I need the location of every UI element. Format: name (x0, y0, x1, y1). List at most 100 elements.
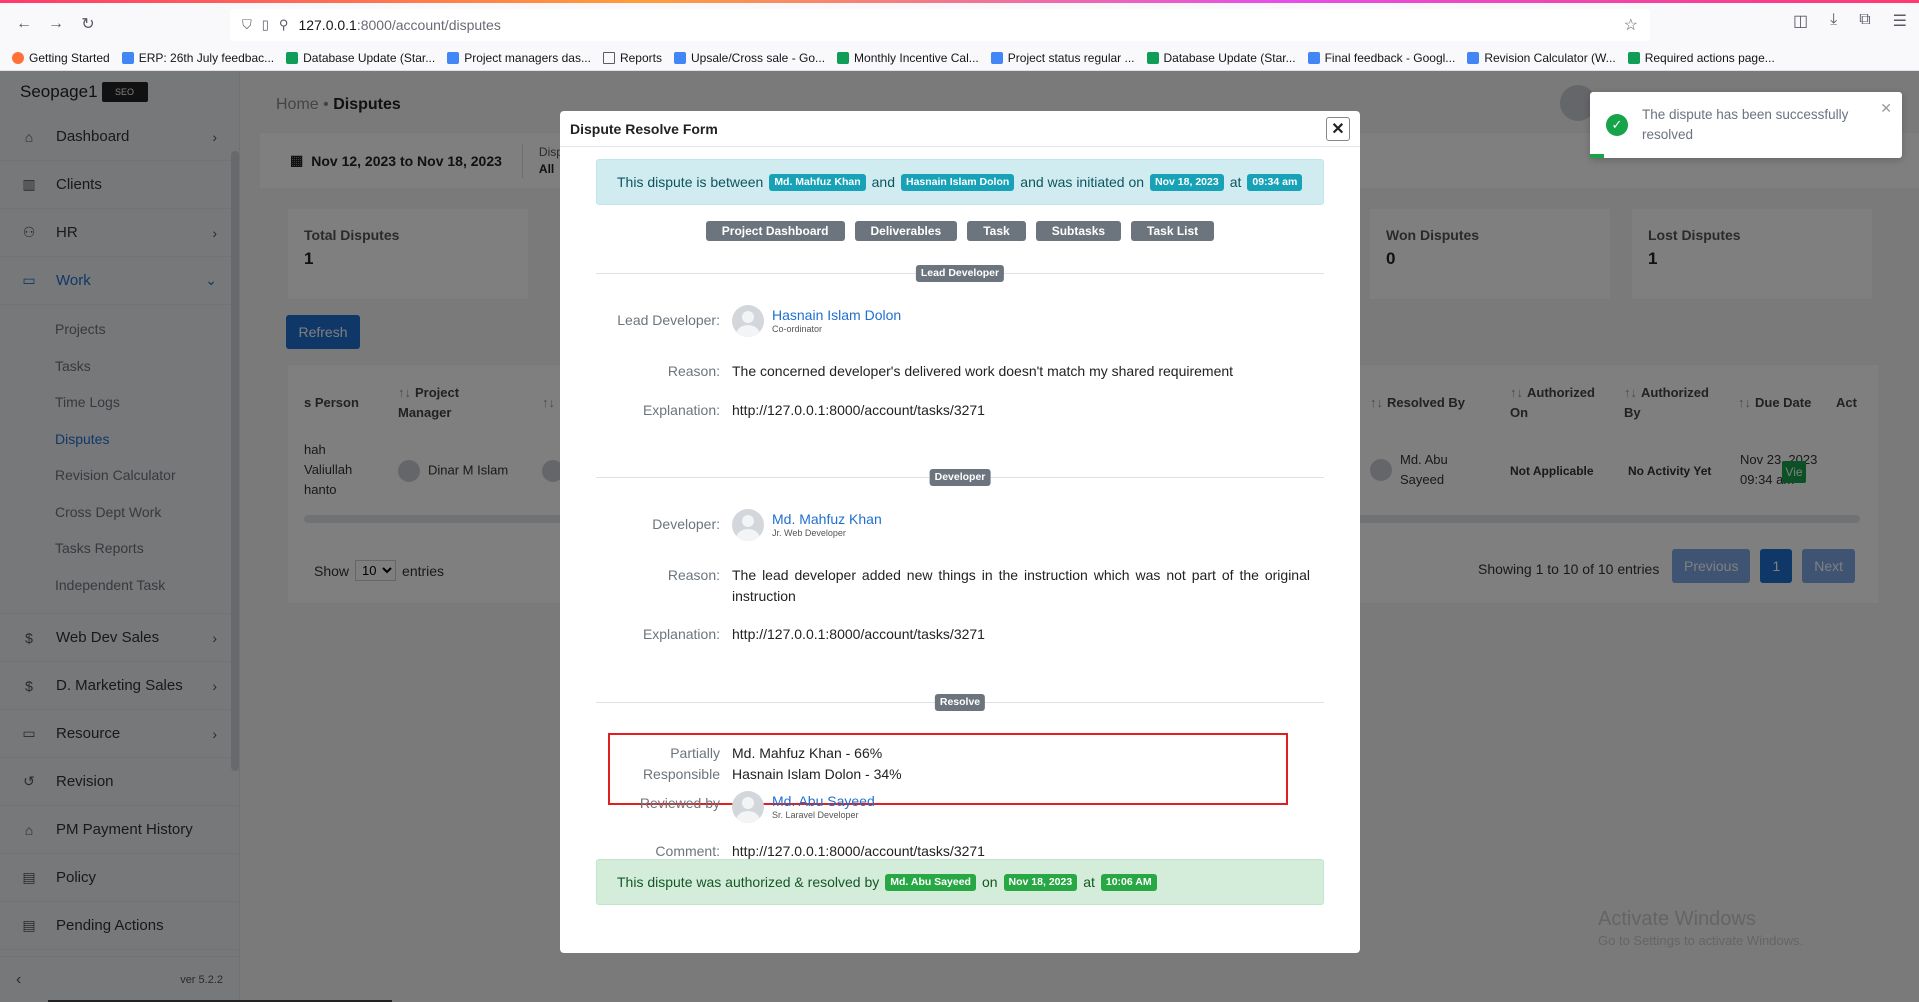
resolution-summary: This dispute was authorized & resolved b… (596, 859, 1324, 905)
reviewer-person: Md. Abu Sayeed Sr. Laravel Developer (732, 791, 1310, 823)
intro-text: This dispute is between (617, 174, 764, 190)
intro-text: and was initiated on (1020, 174, 1145, 190)
lead-explanation-text: http://127.0.0.1:8000/account/tasks/3271 (732, 402, 985, 418)
bookmark-item[interactable]: ERP: 26th July feedbac... (121, 50, 275, 65)
bookmark-label: Required actions page... (1644, 50, 1775, 65)
bookmark-label: Revision Calculator (W... (1484, 50, 1616, 65)
bookmark-icon (990, 51, 1003, 64)
bookmark-label: Final feedback - Googl... (1324, 50, 1456, 65)
lead-developer-name[interactable]: Hasnain Islam Dolon (772, 307, 901, 323)
modal-title: Dispute Resolve Form (570, 120, 718, 137)
task-button[interactable]: Task (967, 221, 1026, 241)
party-2-badge: Hasnain Islam Dolon (901, 173, 1015, 191)
lead-developer-role: Co-ordinator (772, 324, 823, 334)
party-1-badge: Md. Mahfuz Khan (769, 173, 866, 191)
menu-icon[interactable]: ☰ (1893, 11, 1907, 31)
intro-text: and (871, 174, 895, 190)
resolved-time-badge: 10:06 AM (1100, 873, 1157, 891)
dispute-resolve-modal: Dispute Resolve Form ✕ This dispute is b… (560, 111, 1360, 953)
back-icon[interactable]: ← (8, 8, 40, 40)
bookmark-icon (1627, 51, 1640, 64)
bookmark-item[interactable]: Final feedback - Googl... (1307, 50, 1456, 65)
bookmark-item[interactable]: Project managers das... (447, 51, 591, 65)
developer-reason-text: The lead developer added new things in t… (732, 567, 1310, 604)
developer-section-label: Developer (929, 469, 991, 486)
extensions-icon[interactable]: ⧉ (1859, 11, 1870, 31)
lead-developer-label: Lead Developer: (617, 312, 720, 328)
subtasks-button[interactable]: Subtasks (1035, 221, 1122, 241)
task-list-button[interactable]: Task List (1131, 221, 1215, 241)
avatar (732, 305, 764, 337)
developer-explanation-text: http://127.0.0.1:8000/account/tasks/3271 (732, 626, 985, 642)
developer-reason-label: Reason: (667, 567, 720, 583)
bookmark-label: Project status regular ... (1007, 50, 1135, 65)
bookmark-label: ERP: 26th July feedbac... (138, 50, 275, 65)
address-bar[interactable]: ⛉ ▯ ⚲ 127.0.0.1:8000/account/disputes ☆ (230, 9, 1650, 41)
developer-divider: Developer (596, 469, 1324, 486)
developer-role: Jr. Web Developer (772, 528, 846, 538)
bookmark-label: Database Update (Star... (1163, 50, 1296, 65)
summary-text: This dispute was authorized & resolved b… (617, 874, 880, 890)
bookmark-icon (447, 51, 460, 64)
bookmark-icon (121, 51, 134, 64)
bookmark-item[interactable]: Required actions page... (1627, 50, 1775, 65)
bookmark-item[interactable]: Revision Calculator (W... (1467, 50, 1616, 65)
intro-text: at (1229, 174, 1242, 190)
lead-reason-label: Reason: (667, 363, 720, 379)
bookmark-icon (837, 51, 850, 64)
bookmark-item[interactable]: Upsale/Cross sale - Go... (673, 50, 826, 65)
bookmark-star-icon[interactable]: ☆ (1624, 15, 1638, 35)
bookmark-item[interactable]: Reports (602, 50, 662, 65)
close-icon[interactable]: ✕ (1880, 100, 1892, 117)
bookmark-item[interactable]: Monthly Incentive Cal... (837, 51, 979, 65)
lead-reason-text: The concerned developer's delivered work… (732, 363, 1234, 379)
permissions-icon[interactable]: ⚲ (279, 17, 289, 33)
bookmark-item[interactable]: Database Update (Star... (286, 51, 435, 65)
quick-links: Project Dashboard Deliverables Task Subt… (560, 221, 1360, 241)
developer-name[interactable]: Md. Mahfuz Khan (772, 511, 882, 527)
reviewed-by-label: Reviewed by (639, 795, 720, 811)
initiated-time-badge: 09:34 am (1247, 173, 1303, 191)
url-text: 127.0.0.1:8000/account/disputes (298, 17, 501, 33)
resolve-divider: Resolve (596, 694, 1324, 711)
bookmark-item[interactable]: Project status regular ... (990, 50, 1135, 65)
reviewer-role: Sr. Laravel Developer (772, 810, 859, 820)
shield-icon: ⛉ (242, 17, 252, 32)
forward-icon[interactable]: → (40, 8, 72, 40)
resolver-badge: Md. Abu Sayeed (885, 873, 976, 891)
success-toast: ✓ The dispute has been successfully reso… (1590, 92, 1902, 158)
bookmark-label: Upsale/Cross sale - Go... (690, 50, 826, 65)
reload-icon[interactable]: ↻ (72, 8, 104, 40)
lead-developer-section-label: Lead Developer (915, 265, 1005, 282)
lead-developer-divider: Lead Developer (596, 265, 1324, 282)
bookmark-item[interactable]: Database Update (Star... (1146, 50, 1296, 65)
browser-toolbar: ← → ↻ ⛉ ▯ ⚲ 127.0.0.1:8000/account/dispu… (0, 3, 1919, 45)
resolved-date-badge: Nov 18, 2023 (1003, 873, 1078, 891)
resolve-section-label: Resolve (934, 694, 986, 711)
bookmark-icon (1307, 51, 1320, 64)
developer-person: Md. Mahfuz Khan Jr. Web Developer (732, 509, 1310, 541)
bookmark-icon (12, 51, 24, 64)
folder-icon (602, 51, 615, 64)
reviewer-name[interactable]: Md. Abu Sayeed (772, 793, 875, 809)
close-icon[interactable]: ✕ (1326, 117, 1350, 141)
deliverables-button[interactable]: Deliverables (854, 221, 958, 241)
avatar (732, 509, 764, 541)
bookmark-item[interactable]: Getting Started (12, 51, 110, 65)
project-dashboard-button[interactable]: Project Dashboard (705, 221, 845, 241)
bookmark-label: Database Update (Star... (303, 50, 436, 65)
download-icon[interactable]: ⤓ (1830, 11, 1837, 31)
pocket-icon[interactable]: ◫ (1793, 11, 1808, 31)
bookmark-icon (286, 51, 299, 64)
avatar (732, 791, 764, 823)
lead-developer-person: Hasnain Islam Dolon Co-ordinator (732, 305, 1310, 337)
bookmark-label: Project managers das... (464, 50, 591, 65)
summary-text: on (981, 874, 998, 890)
lead-explanation-label: Explanation: (642, 402, 720, 418)
bookmark-label: Monthly Incentive Cal... (854, 50, 979, 65)
bookmark-label: Reports (619, 50, 662, 65)
dispute-intro: This dispute is between Md. Mahfuz Khan … (596, 159, 1324, 205)
bookmarks-bar: Getting Started ERP: 26th July feedbac...… (0, 45, 1919, 71)
developer-explanation-label: Explanation: (642, 626, 720, 642)
bookmark-icon (673, 51, 686, 64)
